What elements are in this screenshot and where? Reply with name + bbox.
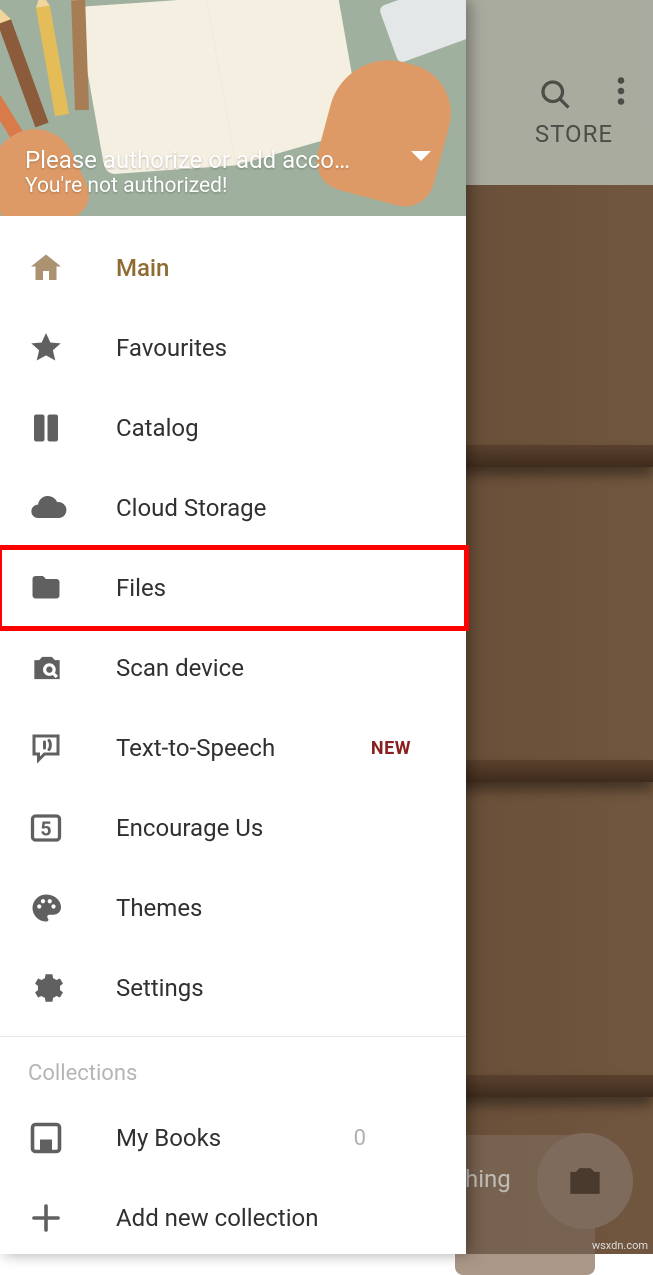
auth-block[interactable]: Please authorize or add acco… You're not… (25, 146, 406, 198)
drawer-header[interactable]: Please authorize or add acco… You're not… (0, 0, 466, 216)
menu-label: Scan device (116, 654, 244, 682)
menu-item-tts[interactable]: Text-to-Speech NEW (0, 708, 466, 788)
menu-label: Themes (116, 894, 202, 922)
menu-item-settings[interactable]: Settings (0, 948, 466, 1028)
menu-item-themes[interactable]: Themes (0, 868, 466, 948)
menu-label: Main (116, 254, 169, 282)
menu-item-catalog[interactable]: Catalog (0, 388, 466, 468)
sheet-illustration (378, 0, 466, 64)
collections-header: Collections (0, 1043, 466, 1098)
add-collection[interactable]: Add new collection (0, 1178, 466, 1258)
folder-icon (28, 570, 116, 606)
menu-item-scan-device[interactable]: Scan device (0, 628, 466, 708)
collection-count: 0 (354, 1126, 366, 1151)
collection-label: My Books (116, 1124, 221, 1152)
menu-label: Cloud Storage (116, 494, 266, 522)
menu-label: Catalog (116, 414, 199, 442)
menu-label: Settings (116, 974, 204, 1002)
menu-label: Files (116, 574, 166, 602)
drawer-menu: Main Favourites Catalog Cloud Storage Fi (0, 216, 466, 1258)
watermark: wsxdn.com (592, 1239, 648, 1252)
scan-icon (28, 649, 116, 687)
mybooks-icon (28, 1120, 116, 1156)
auth-title: Please authorize or add acco… (25, 146, 406, 174)
add-collection-label: Add new collection (116, 1204, 319, 1232)
plus-icon (28, 1200, 116, 1236)
collection-my-books[interactable]: My Books 0 (0, 1098, 466, 1178)
auth-subtitle: You're not authorized! (25, 174, 406, 198)
menu-item-files[interactable]: Files (0, 548, 466, 628)
divider (0, 1036, 466, 1037)
tts-icon (28, 730, 116, 766)
navigation-drawer: Please authorize or add acco… You're not… (0, 0, 466, 1254)
pencil-illustration (36, 5, 69, 116)
menu-item-main[interactable]: Main (0, 228, 466, 308)
catalog-icon (28, 410, 116, 446)
new-badge: NEW (371, 738, 411, 759)
cloud-icon (28, 488, 116, 528)
encourage-icon: 5 (28, 810, 116, 846)
chevron-down-icon[interactable] (411, 151, 431, 161)
menu-item-favourites[interactable]: Favourites (0, 308, 466, 388)
menu-label: Encourage Us (116, 814, 263, 842)
menu-item-cloud-storage[interactable]: Cloud Storage (0, 468, 466, 548)
gear-icon (28, 970, 116, 1006)
menu-label: Favourites (116, 334, 227, 362)
star-icon (28, 330, 116, 366)
svg-text:5: 5 (40, 818, 51, 841)
themes-icon (28, 890, 116, 926)
home-icon (28, 250, 116, 286)
menu-item-encourage[interactable]: 5 Encourage Us (0, 788, 466, 868)
menu-label: Text-to-Speech (116, 734, 275, 762)
